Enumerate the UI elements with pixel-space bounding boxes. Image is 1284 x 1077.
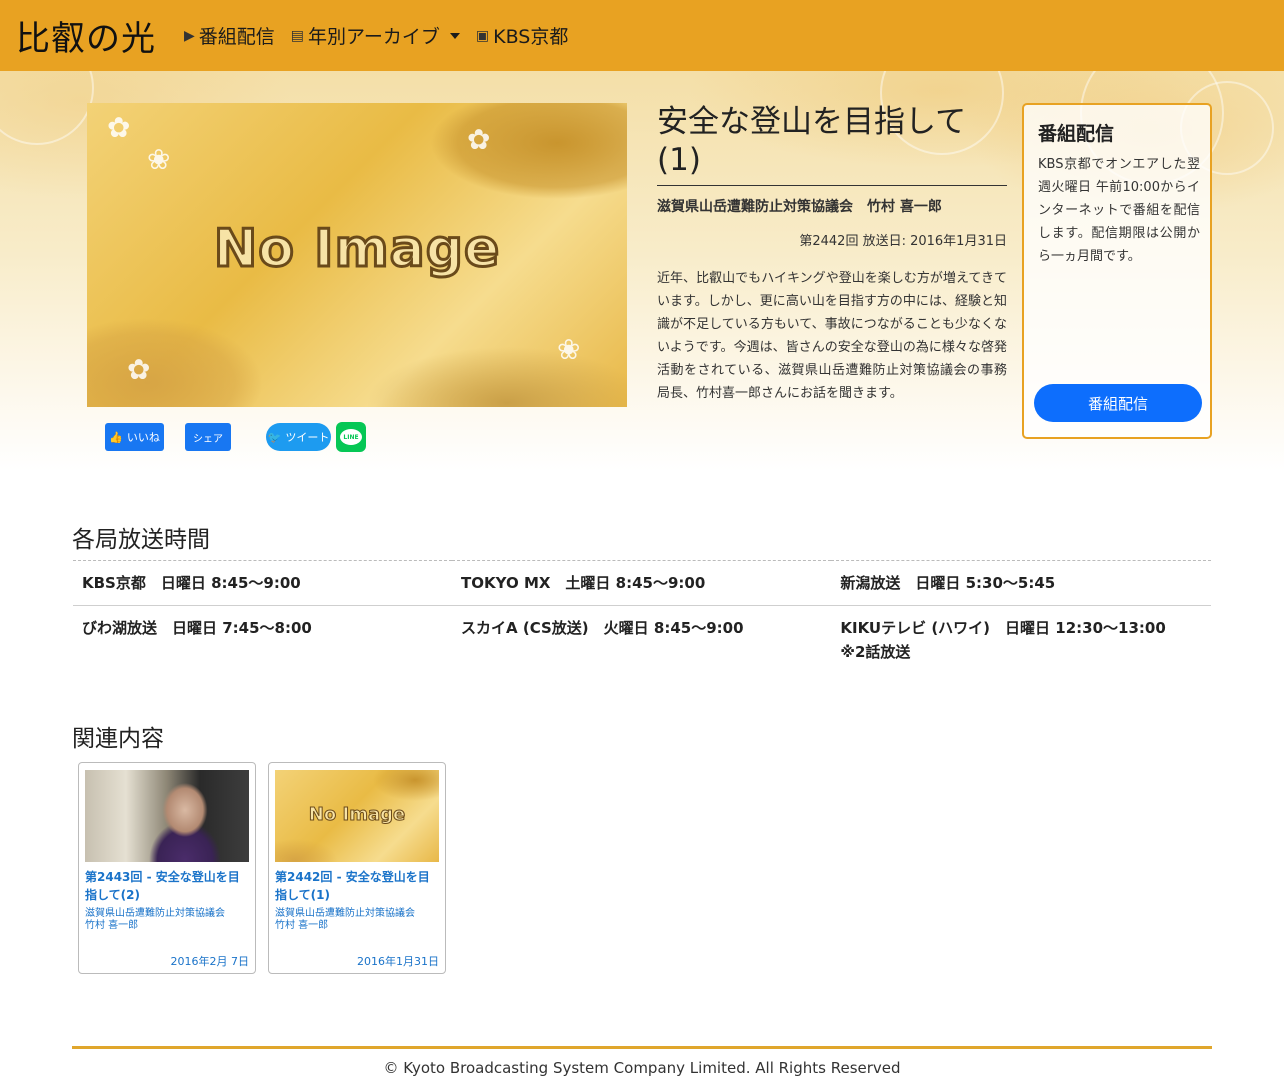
flower-icon: ✿ [107, 111, 131, 144]
nav-item-label: KBS京都 [493, 26, 569, 48]
nav-menu: ▶ 番組配信 ▤ 年別アーカイブ ▣ KBS京都 [184, 22, 568, 49]
schedule-heading: 各局放送時間 [72, 527, 210, 553]
thumbs-up-icon: 👍 [109, 430, 123, 444]
footer-divider [72, 1046, 1212, 1049]
share-buttons: 👍 いいね シェア 🐦 ツイート LINE [105, 422, 366, 452]
tv-icon: ▣ [475, 27, 490, 44]
schedule-cell: スカイA (CS放送) 火曜日 8:45〜9:00 [452, 605, 832, 674]
schedule-cell-text: KIKUテレビ (ハワイ) 日曜日 12:30〜13:00 [840, 619, 1166, 637]
episode-meta: 第2442回 放送日: 2016年1月31日 [799, 234, 1007, 249]
schedule-note: ※2話放送 [840, 643, 911, 661]
related-card[interactable]: No Image 第2442回 - 安全な登山を目指して(1) 滋賀県山岳遭難防… [268, 762, 446, 974]
schedule-table: KBS京都 日曜日 8:45〜9:00 TOKYO MX 土曜日 8:45〜9:… [73, 560, 1211, 674]
schedule-cell-kiku: KIKUテレビ (ハワイ) 日曜日 12:30〜13:00 ※2話放送 [831, 605, 1211, 674]
flower-icon: ✿ [467, 123, 491, 156]
line-icon: LINE [340, 429, 362, 445]
schedule-cell: KBS京都 日曜日 8:45〜9:00 [73, 560, 453, 606]
facebook-like-label: いいね [126, 431, 160, 444]
related-date: 2016年2月 7日 [170, 955, 250, 968]
streaming-button[interactable]: 番組配信 [1034, 384, 1202, 422]
episode-guest: 滋賀県山岳遭難防止対策協議会 竹村 喜一郎 [657, 199, 942, 215]
no-image-label: No Image [308, 804, 406, 826]
nav-item-label: 番組配信 [198, 26, 275, 48]
related-title[interactable]: 第2443回 - 安全な登山を目指して(2) [85, 868, 251, 904]
streaming-card-title: 番組配信 [1038, 123, 1115, 145]
site-brand[interactable]: 比叡の光 [16, 11, 156, 60]
related-thumbnail[interactable] [85, 770, 249, 862]
facebook-like-button[interactable]: 👍 いいね [105, 423, 164, 451]
related-org: 滋賀県山岳遭難防止対策協議会 [85, 908, 225, 919]
related-date: 2016年1月31日 [357, 955, 439, 968]
schedule-cell: びわ湖放送 日曜日 7:45〜8:00 [73, 605, 453, 674]
episode-info: 安全な登山を目指して(1) 滋賀県山岳遭難防止対策協議会 竹村 喜一郎 第244… [657, 103, 1007, 405]
schedule-cell: TOKYO MX 土曜日 8:45〜9:00 [452, 560, 832, 606]
related-person: 竹村 喜一郎 [275, 920, 329, 931]
facebook-share-label: シェア [193, 433, 223, 445]
related-title[interactable]: 第2442回 - 安全な登山を目指して(1) [275, 868, 441, 904]
nav-item-archive-dropdown[interactable]: ▤ 年別アーカイブ [291, 22, 460, 49]
related-guest: 滋賀県山岳遭難防止対策協議会 竹村 喜一郎 [85, 908, 251, 932]
streaming-card: 番組配信 KBS京都でオンエアした翌週火曜日 午前10:00からインターネットで… [1022, 103, 1212, 439]
related-guest: 滋賀県山岳遭難防止対策協議会 竹村 喜一郎 [275, 908, 441, 932]
archive-icon: ▤ [290, 27, 305, 44]
pattern-wave [0, 71, 94, 145]
line-share-button[interactable]: LINE [336, 422, 366, 452]
video-icon: ▶ [184, 27, 195, 44]
related-heading: 関連内容 [72, 726, 164, 752]
episode-image: ✿ ❀ ✿ ❀ ✿ No Image [87, 103, 627, 407]
facebook-share-button[interactable]: シェア [185, 423, 231, 451]
flower-icon: ❀ [147, 143, 171, 176]
table-row: びわ湖放送 日曜日 7:45〜8:00 スカイA (CS放送) 火曜日 8:45… [73, 605, 1211, 674]
flower-icon: ✿ [127, 353, 151, 386]
nav-item-streaming[interactable]: ▶ 番組配信 [184, 22, 275, 49]
nav-item-label: 年別アーカイブ [308, 26, 440, 48]
flower-icon: ❀ [557, 333, 581, 366]
table-row: KBS京都 日曜日 8:45〜9:00 TOKYO MX 土曜日 8:45〜9:… [73, 560, 1211, 606]
streaming-card-text: KBS京都でオンエアした翌週火曜日 午前10:00からインターネットで番組を配信… [1038, 157, 1200, 264]
twitter-bird-icon: 🐦 [267, 430, 282, 444]
related-person: 竹村 喜一郎 [85, 920, 139, 931]
episode-title: 安全な登山を目指して(1) [657, 103, 1007, 186]
twitter-tweet-button[interactable]: 🐦 ツイート [266, 423, 331, 451]
episode-description: 近年、比叡山でもハイキングや登山を楽しむ方が増えてきています。しかし、更に高い山… [657, 271, 1007, 401]
related-thumbnail[interactable]: No Image [275, 770, 439, 862]
no-image-label: No Image [212, 218, 501, 281]
related-org: 滋賀県山岳遭難防止対策協議会 [275, 908, 415, 919]
chevron-down-icon [449, 32, 460, 39]
footer-copyright: © Kyoto Broadcasting System Company Limi… [383, 1059, 901, 1077]
twitter-label: ツイート [285, 431, 330, 444]
related-card[interactable]: 第2443回 - 安全な登山を目指して(2) 滋賀県山岳遭難防止対策協議会 竹村… [78, 762, 256, 974]
schedule-cell: 新潟放送 日曜日 5:30〜5:45 [831, 560, 1211, 606]
navbar: 比叡の光 ▶ 番組配信 ▤ 年別アーカイブ ▣ KBS京都 [0, 0, 1284, 71]
nav-item-kbs[interactable]: ▣ KBS京都 [476, 22, 568, 49]
